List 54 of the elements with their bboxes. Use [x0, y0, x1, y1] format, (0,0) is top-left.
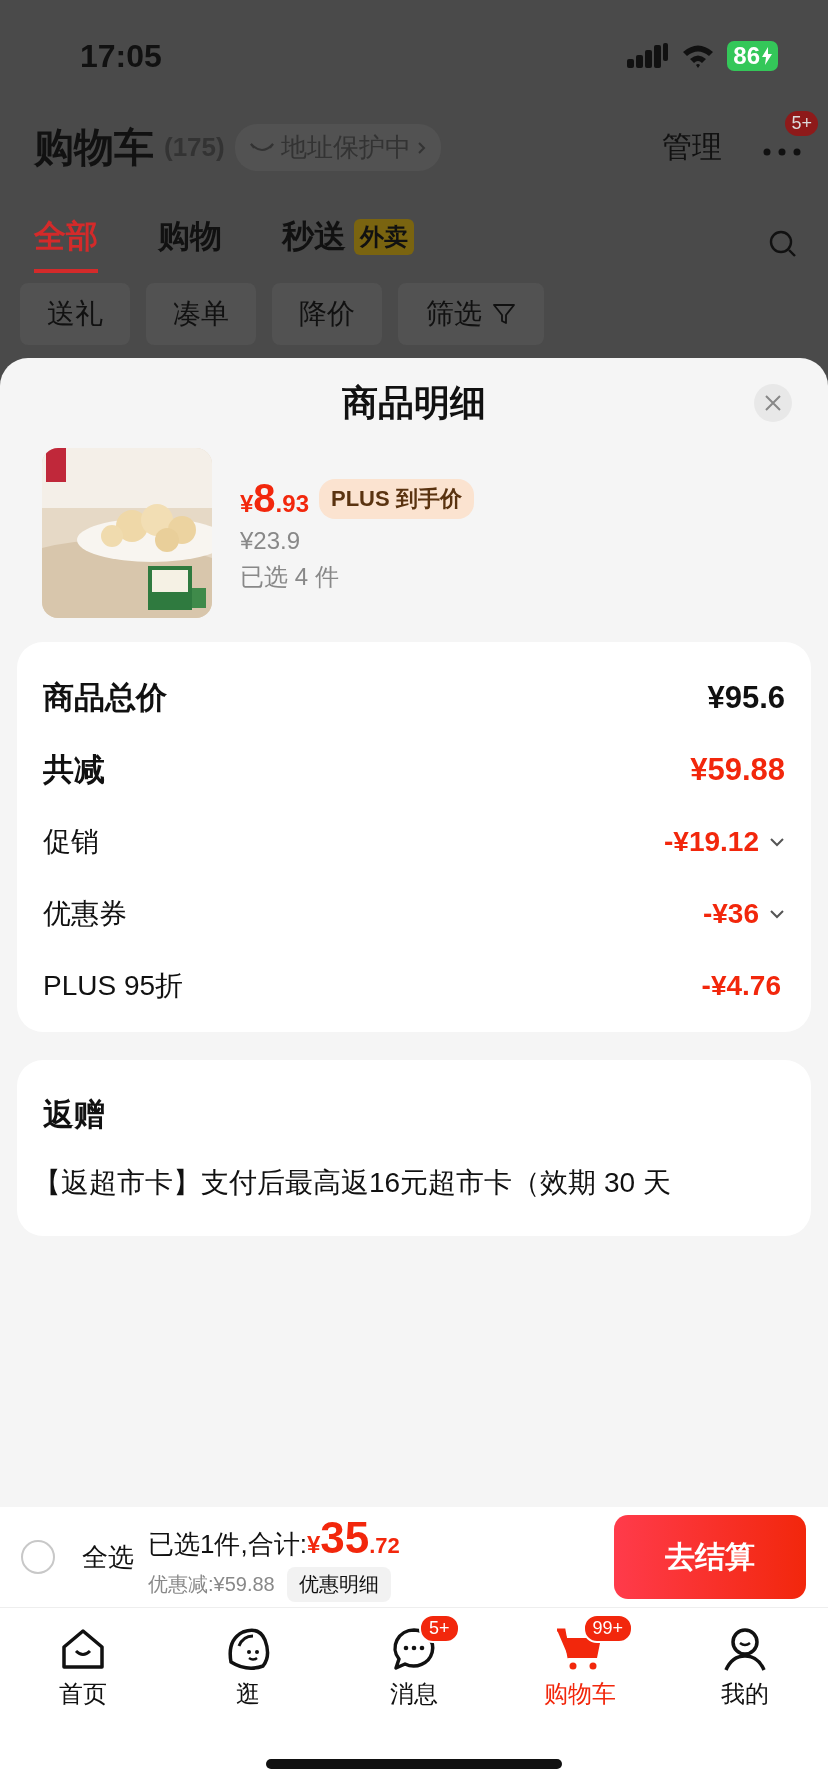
plus-price: ¥8.93	[240, 476, 309, 521]
search-icon[interactable]	[768, 229, 798, 259]
total-price: ¥35.72	[306, 1512, 400, 1563]
tab[interactable]: 秒送 外卖	[282, 215, 414, 273]
rebate-title: 返赠	[43, 1096, 106, 1134]
battery-indicator: 86	[727, 41, 778, 71]
filter-button[interactable]: 筛选	[398, 283, 544, 345]
summary-label: 优惠券	[43, 897, 128, 931]
tab[interactable]: 购物	[158, 215, 222, 273]
selected-quantity: 已选 4 件	[240, 562, 340, 592]
rebate-text: 【返超市卡】支付后最高返16元超市卡（效期 30 天	[33, 1166, 672, 1200]
house-icon	[59, 1627, 106, 1671]
blob-face-icon	[225, 1626, 272, 1672]
filter-chip[interactable]: 送礼	[20, 283, 130, 345]
nav-item[interactable]: 5+ 消息	[331, 1608, 497, 1736]
filter-chip[interactable]: 降价	[272, 283, 382, 345]
summary-label: PLUS 95折	[43, 969, 185, 1003]
summary-value: ¥59.88	[690, 752, 785, 788]
signal-icon	[627, 43, 670, 69]
notification-badge: 5+	[785, 110, 818, 136]
selected-summary: 已选1件,合计:	[148, 1527, 307, 1561]
funnel-icon	[492, 302, 516, 326]
wifi-icon	[681, 43, 716, 69]
discount-detail-button[interactable]: 优惠明细	[286, 1566, 391, 1602]
nav-item[interactable]: 逛	[165, 1608, 332, 1736]
nav-item[interactable]: 99+ 购物车	[496, 1608, 663, 1736]
status-time: 17:05	[80, 37, 162, 75]
discount-amount: 优惠减:¥59.88	[148, 1571, 275, 1597]
nav-item[interactable]: 首页	[0, 1608, 166, 1736]
summary-label: 促销	[43, 825, 100, 859]
notification-badge: 5+	[419, 1614, 460, 1643]
filter-chip[interactable]: 凑单	[146, 283, 256, 345]
more-icon[interactable]	[762, 146, 802, 157]
checkout-button[interactable]: 去结算	[614, 1515, 806, 1599]
plus-price-tag: PLUS 到手价	[319, 478, 474, 519]
select-all-label[interactable]: 全选	[82, 1539, 134, 1575]
close-icon	[764, 394, 782, 412]
summary-value: -¥36	[702, 898, 759, 930]
summary-value: ¥95.6	[707, 680, 785, 716]
page-title: 购物车	[34, 124, 154, 171]
sheet-title: 商品明细	[342, 380, 486, 425]
close-button[interactable]	[754, 384, 792, 422]
summary-value: -¥19.12	[664, 826, 759, 858]
chevron-down-icon[interactable]	[769, 908, 785, 920]
tab[interactable]: 全部	[34, 215, 98, 273]
chevron-down-icon[interactable]	[769, 836, 785, 848]
summary-label: 商品总价	[43, 679, 168, 717]
nav-item[interactable]: 我的	[662, 1608, 828, 1736]
summary-label: 共减	[43, 751, 106, 789]
original-price: ¥23.9	[240, 527, 302, 555]
select-all-checkbox[interactable]	[20, 1539, 56, 1575]
summary-value: -¥4.76	[701, 970, 781, 1002]
manage-button[interactable]: 管理	[662, 127, 722, 168]
notification-badge: 99+	[582, 1614, 634, 1643]
